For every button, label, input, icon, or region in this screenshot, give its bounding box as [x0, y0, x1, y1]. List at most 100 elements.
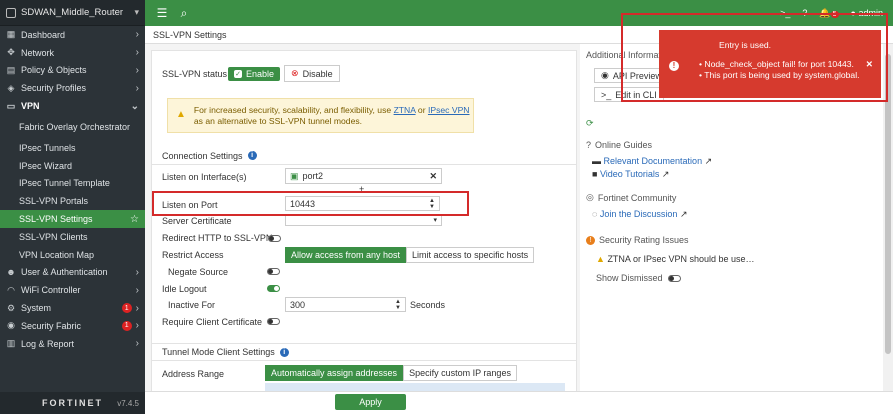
vpn-icon: ▭: [6, 100, 16, 111]
loading-icon: ⟳: [586, 118, 594, 128]
help-circle-icon: ?: [586, 140, 592, 150]
sidebar-item-network[interactable]: ✥ Network ›: [0, 44, 145, 62]
sidebar-item-fabric-overlay[interactable]: Fabric Overlay Orchestrator: [0, 115, 145, 139]
info-icon: i: [279, 347, 289, 357]
menu-icon[interactable]: ☰: [151, 6, 173, 20]
chevron-right-icon: ›: [135, 338, 139, 350]
chevron-right-icon: ›: [135, 29, 139, 41]
sidebar-item-ipsec-wizard[interactable]: IPsec Wizard: [0, 157, 145, 175]
idle-logout-label: Idle Logout: [162, 284, 207, 294]
inactive-for-label: Inactive For: [168, 300, 216, 310]
disable-icon: ⊗: [291, 68, 299, 78]
limit-hosts-option[interactable]: Limit access to specific hosts: [406, 247, 535, 263]
sidebar-item-security-fabric[interactable]: ◉ Security Fabric 1 ›: [0, 317, 145, 335]
chevron-down-icon: ⌄: [130, 100, 139, 112]
book-icon: ▬: [592, 156, 601, 166]
toast-line1: • Node_check_object fail! for port 10443…: [699, 59, 854, 69]
info-icon: i: [247, 151, 257, 160]
fabric-icon: ◉: [7, 320, 15, 331]
restrict-access-selector: Allow access from any host Limit access …: [285, 247, 535, 263]
port-icon: ▣: [290, 170, 299, 181]
rating-issue-item[interactable]: ▲ ZTNA or IPsec VPN should be use…: [596, 254, 755, 264]
listen-port-highlight: [152, 191, 469, 216]
chevron-down-icon: ▾: [134, 7, 139, 17]
restrict-access-label: Restrict Access: [162, 250, 224, 260]
allow-any-host-option[interactable]: Allow access from any host: [285, 247, 407, 263]
close-icon[interactable]: ✕: [429, 171, 437, 182]
error-toast: Entry is used. ! • Node_check_object fai…: [659, 30, 881, 98]
system-badge: 1: [121, 303, 132, 314]
ssl-vpn-warning: ▲ For increased security, scalability, a…: [167, 98, 474, 133]
server-certificate-label: Server Certificate: [162, 216, 232, 226]
address-range-selector: Automatically assign addresses Specify c…: [265, 365, 517, 381]
tunnel-settings-header: Tunnel Mode Client Settings i: [152, 343, 576, 361]
chevron-right-icon: ›: [135, 64, 139, 76]
stepper-icon[interactable]: ▲ ▼: [395, 299, 401, 311]
auto-assign-option[interactable]: Automatically assign addresses: [265, 365, 404, 381]
security-profiles-icon: ◈: [7, 82, 15, 93]
community-icon: ◎: [586, 192, 594, 202]
disable-button[interactable]: ⊗ Disable: [284, 65, 340, 82]
listen-interface-field[interactable]: ▣ port2 ✕: [285, 168, 442, 184]
external-link-icon: ↗: [661, 169, 670, 179]
warning-icon: ▲: [176, 109, 186, 121]
apply-button[interactable]: Apply: [335, 394, 406, 410]
warning-icon: ▲: [596, 254, 605, 264]
external-link-icon: ↗: [679, 209, 688, 219]
user-icon: ☻: [6, 267, 16, 278]
chevron-right-icon: ›: [135, 320, 139, 332]
inactive-for-input[interactable]: 300 ▲ ▼: [285, 297, 406, 312]
video-tutorials-link[interactable]: ■ Video Tutorials ↗: [592, 169, 669, 180]
negate-source-toggle[interactable]: [267, 268, 280, 275]
sidebar-item-wifi[interactable]: ◠ WiFi Controller ›: [0, 281, 145, 299]
relevant-docs-link[interactable]: ▬ Relevant Documentation ↗: [592, 156, 712, 167]
server-certificate-select[interactable]: ▾: [285, 215, 442, 226]
online-guides-header: ? Online Guides: [586, 140, 653, 150]
chevron-right-icon: ›: [135, 284, 139, 296]
eye-icon: ◉: [601, 70, 609, 80]
network-icon: ✥: [7, 47, 15, 58]
sidebar-item-sslvpn-settings[interactable]: SSL-VPN Settings ☆: [0, 210, 145, 228]
show-dismissed-toggle[interactable]: [667, 274, 681, 282]
join-discussion-link[interactable]: ◌ Join the Discussion ↗: [592, 209, 687, 220]
redirect-toggle[interactable]: [268, 235, 281, 242]
check-icon: ✓: [234, 69, 242, 78]
chevron-right-icon: ›: [135, 47, 139, 59]
chevron-right-icon: ›: [135, 266, 139, 278]
sidebar-item-vpn-location-map[interactable]: VPN Location Map: [0, 246, 145, 264]
external-link-icon: ↗: [704, 156, 713, 166]
redirect-label: Redirect HTTP to SSL-VPN: [162, 233, 273, 243]
gear-icon: ⚙: [6, 302, 16, 313]
version-label: v7.4.5: [117, 398, 139, 408]
chevron-right-icon: ›: [135, 302, 139, 314]
sidebar-item-user-auth[interactable]: ☻ User & Authentication ›: [0, 264, 145, 282]
sidebar-item-vpn[interactable]: ▭ VPN ⌄: [0, 97, 145, 115]
video-icon: ■: [592, 169, 598, 179]
idle-logout-toggle[interactable]: [267, 285, 280, 292]
close-icon[interactable]: ✕: [866, 59, 873, 70]
sidebar-item-policy[interactable]: ▤ Policy & Objects ›: [0, 62, 145, 80]
device-selector[interactable]: SDWAN_Middle_Router ▾: [0, 0, 145, 26]
ipsec-vpn-link[interactable]: IPsec VPN: [428, 105, 470, 115]
sidebar-item-ipsec-template[interactable]: IPsec Tunnel Template: [0, 175, 145, 193]
sidebar-item-dashboard[interactable]: ▦ Dashboard ›: [0, 26, 145, 44]
ztna-link[interactable]: ZTNA: [394, 105, 416, 115]
sidebar-item-system[interactable]: ⚙ System 1 ›: [0, 299, 145, 317]
sidebar-item-log-report[interactable]: ▥ Log & Report ›: [0, 335, 145, 353]
sidebar-item-ipsec-tunnels[interactable]: IPsec Tunnels: [0, 139, 145, 157]
show-dismissed-row: Show Dismissed: [596, 273, 681, 283]
alert-icon: !: [586, 235, 595, 245]
dashboard-icon: ▦: [6, 29, 16, 40]
sidebar-item-sslvpn-clients[interactable]: SSL-VPN Clients: [0, 228, 145, 246]
rating-issues-header: ! Security Rating Issues: [586, 235, 689, 245]
client-certificate-toggle[interactable]: [267, 318, 280, 325]
custom-range-option[interactable]: Specify custom IP ranges: [403, 365, 517, 381]
sidebar-item-sslvpn-portals[interactable]: SSL-VPN Portals: [0, 192, 145, 210]
star-icon[interactable]: ☆: [130, 214, 139, 225]
device-icon: [6, 7, 16, 18]
enable-button[interactable]: ✓ Enable: [228, 66, 281, 81]
toast-error-icon: !: [669, 60, 679, 71]
search-icon[interactable]: ⌕: [173, 6, 195, 21]
settings-panel: SSL-VPN status ✓ Enable ⊗ Disable ▲ For in…: [151, 50, 577, 395]
sidebar-item-security-profiles[interactable]: ◈ Security Profiles ›: [0, 79, 145, 97]
